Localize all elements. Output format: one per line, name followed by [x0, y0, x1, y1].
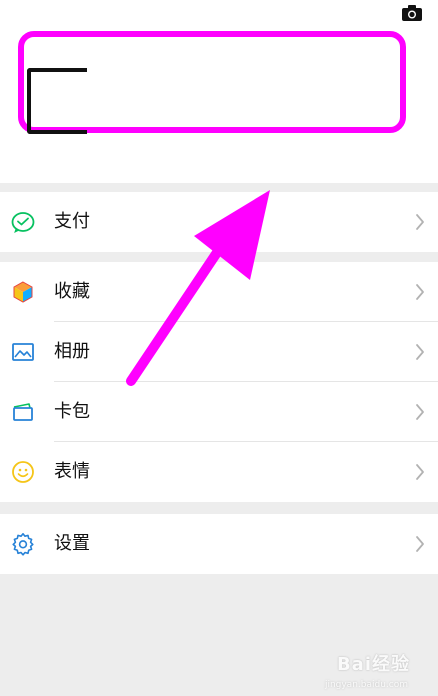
menu-item-label: 收藏 — [54, 281, 90, 302]
card-wallet-icon — [13, 403, 33, 421]
watermark-logo: Bai经验 — [336, 654, 410, 675]
chevron-right-icon — [416, 536, 424, 552]
favorites-cube-icon — [13, 281, 33, 303]
album-image-icon — [12, 343, 34, 361]
menu-item-label: 表情 — [54, 461, 90, 482]
gear-icon — [12, 533, 34, 556]
menu-item-label: 设置 — [54, 533, 90, 554]
menu-item-settings[interactable]: 设置 — [0, 514, 438, 574]
menu-item-album[interactable]: 相册 — [0, 322, 438, 382]
menu-item-favorites[interactable]: 收藏 — [0, 262, 438, 322]
menu-item-cards[interactable]: 卡包 — [0, 382, 438, 442]
wechat-pay-icon — [11, 212, 35, 233]
pay-group: 支付 — [0, 192, 438, 252]
chevron-right-icon — [416, 214, 424, 230]
watermark-url: jingyan.baidu.com — [324, 680, 408, 690]
menu-item-label: 支付 — [54, 211, 90, 232]
features-group: 收藏 相册 卡包 表情 — [0, 262, 438, 502]
menu-item-pay[interactable]: 支付 — [0, 192, 438, 252]
chevron-right-icon — [416, 404, 424, 420]
menu-item-stickers[interactable]: 表情 — [0, 442, 438, 502]
settings-group: 设置 — [0, 514, 438, 574]
smiley-icon — [12, 461, 34, 483]
menu-item-label: 卡包 — [54, 401, 90, 422]
chevron-right-icon — [416, 284, 424, 300]
profile-header[interactable] — [0, 0, 438, 183]
menu-item-label: 相册 — [54, 341, 90, 362]
chevron-right-icon — [416, 464, 424, 480]
camera-icon[interactable] — [401, 4, 423, 22]
chevron-right-icon — [416, 344, 424, 360]
avatar[interactable] — [27, 68, 87, 134]
